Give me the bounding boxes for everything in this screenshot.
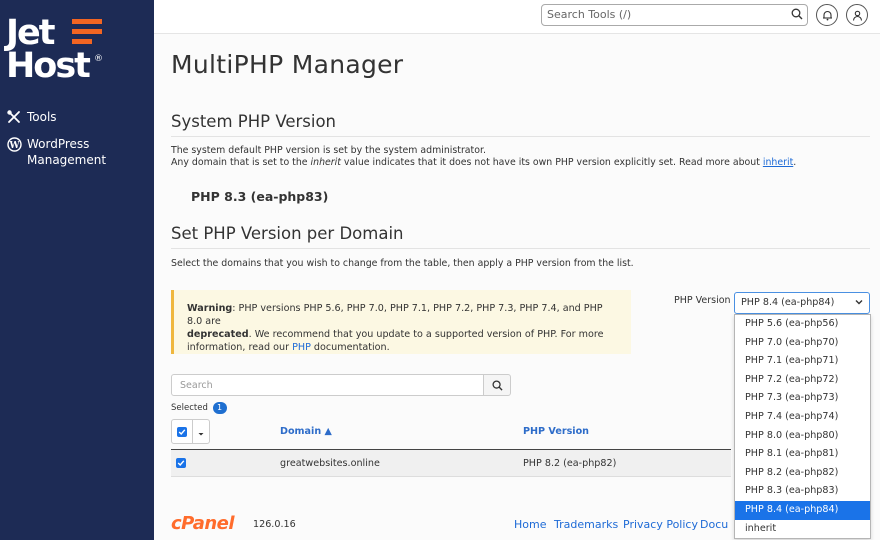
- search-icon[interactable]: [791, 8, 803, 23]
- system-desc-line2-pre: Any domain that is set to the: [171, 157, 311, 168]
- sidebar: Jet Host ® Tools W WordPress Management: [0, 0, 154, 540]
- domain-column-header[interactable]: Domain ▲: [280, 426, 332, 437]
- php-version-selected: PHP 8.4 (ea-php84): [741, 297, 835, 308]
- footer-link-home[interactable]: Home: [514, 518, 546, 531]
- jethost-logo[interactable]: Jet Host ®: [6, 14, 116, 86]
- php-version-option[interactable]: PHP 5.6 (ea-php56): [735, 315, 870, 334]
- divider: [171, 136, 870, 137]
- select-menu-caret-icon[interactable]: [197, 425, 205, 444]
- php-version-option[interactable]: PHP 7.1 (ea-php71): [735, 352, 870, 371]
- domain-search-input[interactable]: Search: [171, 374, 484, 396]
- tools-icon: [6, 109, 22, 125]
- logo-text-host: Host: [6, 46, 91, 86]
- php-version-option[interactable]: PHP 8.0 (ea-php80): [735, 427, 870, 446]
- svg-text:W: W: [8, 141, 20, 151]
- domain-desc: Select the domains that you wish to chan…: [171, 258, 634, 269]
- row-php-version: PHP 8.2 (ea-php82): [523, 458, 617, 469]
- footer-link-privacy[interactable]: Privacy Policy: [623, 518, 698, 531]
- system-desc-end: .: [793, 157, 797, 168]
- selected-count-label: Selected 1: [171, 402, 227, 414]
- system-desc: The system default PHP version is set by…: [171, 145, 796, 169]
- php-version-option[interactable]: PHP 7.3 (ea-php73): [735, 389, 870, 408]
- page-title: MultiPHP Manager: [171, 50, 404, 79]
- php-version-option[interactable]: PHP 7.0 (ea-php70): [735, 334, 870, 353]
- php-version-option[interactable]: PHP 8.3 (ea-php83): [735, 482, 870, 501]
- domain-search-button[interactable]: [483, 374, 511, 396]
- domain-search-placeholder: Search: [180, 380, 213, 391]
- warning-label: Warning: [187, 303, 233, 314]
- php-docs-link[interactable]: PHP: [292, 342, 311, 353]
- inherit-term: inherit: [310, 157, 341, 168]
- warning-text2: . We recommend that you update to a supp…: [248, 329, 604, 340]
- selected-label: Selected: [171, 403, 208, 413]
- footer-link-trademarks[interactable]: Trademarks: [554, 518, 618, 531]
- user-menu-button[interactable]: [846, 4, 868, 26]
- footer-link-documentation[interactable]: Docu: [700, 518, 728, 531]
- php-version-select[interactable]: PHP 8.4 (ea-php84): [734, 292, 870, 314]
- logo-bars-icon: [72, 19, 102, 47]
- chevron-down-icon: [854, 297, 864, 310]
- sidebar-item-tools[interactable]: Tools: [6, 109, 137, 125]
- system-desc-line2-post: value indicates that it does not have it…: [340, 157, 763, 168]
- php-version-option[interactable]: PHP 8.1 (ea-php81): [735, 445, 870, 464]
- footer: cPanel 126.0.16 Home Trademarks Privacy …: [171, 513, 771, 534]
- select-all-checkbox[interactable]: [177, 427, 187, 437]
- php-version-option[interactable]: PHP 7.2 (ea-php72): [735, 371, 870, 390]
- warning-deprecated: deprecated: [187, 329, 249, 340]
- php-version-column-header[interactable]: PHP Version: [523, 426, 589, 437]
- cpanel-version: 126.0.16: [253, 519, 296, 530]
- inherit-link[interactable]: inherit: [763, 157, 793, 168]
- php-version-dropdown: PHP 5.6 (ea-php56) PHP 7.0 (ea-php70) PHP …: [734, 314, 871, 540]
- row-domain: greatwebsites.online: [280, 458, 380, 469]
- wordpress-icon: W: [6, 136, 22, 152]
- top-bar: Search Tools (/): [154, 0, 880, 34]
- table-row[interactable]: greatwebsites.online PHP 8.2 (ea-php82): [171, 450, 731, 477]
- selected-count-badge: 1: [212, 402, 227, 414]
- registered-mark: ®: [94, 54, 103, 64]
- main-content: MultiPHP Manager System PHP Version The …: [154, 35, 880, 540]
- divider: [171, 248, 870, 249]
- bell-icon: [822, 6, 833, 25]
- cpanel-logo[interactable]: cPanel: [171, 513, 235, 534]
- notifications-button[interactable]: [816, 4, 838, 26]
- system-desc-line1: The system default PHP version is set by…: [171, 145, 486, 156]
- system-php-version: PHP 8.3 (ea-php83): [191, 189, 329, 204]
- deprecation-warning: Warning: PHP versions PHP 5.6, PHP 7.0, …: [171, 290, 631, 354]
- user-icon: [852, 6, 863, 25]
- row-checkbox[interactable]: [176, 458, 186, 468]
- warning-text3: information, read our: [187, 342, 293, 353]
- warning-text1: : PHP versions PHP 5.6, PHP 7.0, PHP 7.1…: [187, 303, 603, 327]
- select-all-group: [171, 419, 210, 444]
- sidebar-item-label: WordPress Management: [27, 137, 107, 167]
- sidebar-item-label: Tools: [27, 110, 57, 124]
- domain-php-title: Set PHP Version per Domain: [171, 224, 404, 243]
- warning-text3-end: documentation.: [310, 342, 390, 353]
- search-tools-input[interactable]: Search Tools (/): [541, 4, 808, 26]
- search-tools-placeholder: Search Tools (/): [547, 8, 632, 21]
- search-icon: [491, 376, 503, 395]
- sidebar-item-wordpress[interactable]: W WordPress Management: [6, 136, 137, 168]
- php-version-option[interactable]: PHP 7.4 (ea-php74): [735, 408, 870, 427]
- system-php-title: System PHP Version: [171, 112, 336, 131]
- php-version-label: PHP Version: [674, 295, 731, 306]
- php-version-option[interactable]: PHP 8.2 (ea-php82): [735, 464, 870, 483]
- table-header: Domain ▲ PHP Version: [171, 419, 731, 449]
